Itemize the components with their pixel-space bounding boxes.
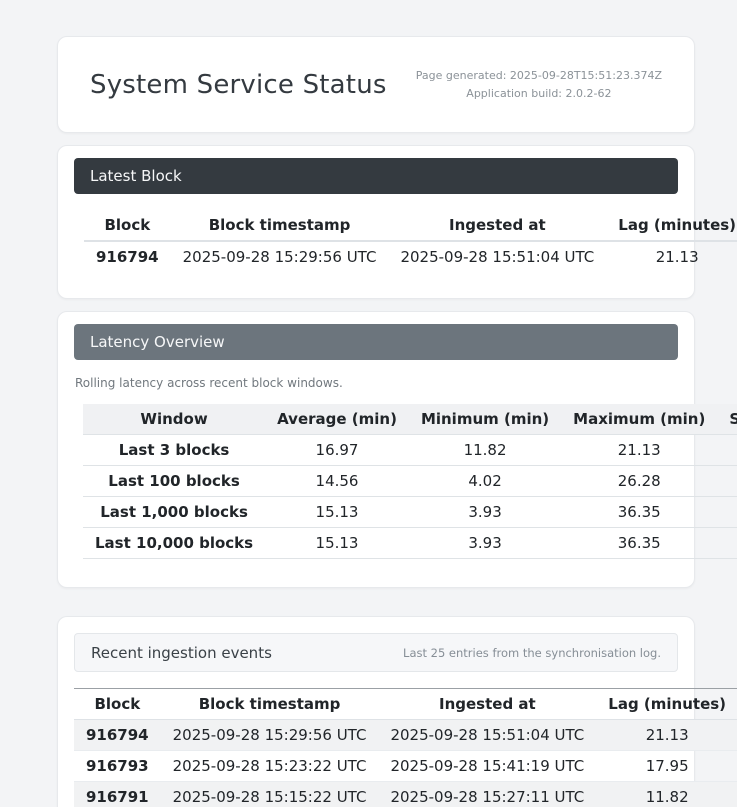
table-row: 916793 2025-09-28 15:23:22 UTC 2025-09-2… [74, 751, 737, 782]
average-min: 15.13 [265, 497, 409, 528]
column-header: Window [83, 404, 265, 435]
block-number: 916794 [74, 720, 161, 751]
maximum-min: 21.13 [561, 435, 717, 466]
column-header: Block [84, 210, 171, 241]
minimum-min: 11.82 [409, 435, 561, 466]
latest-block-card: Latest Block Block Block timestamp Inges… [57, 145, 695, 299]
column-header: Lag (minutes) [596, 689, 737, 720]
minimum-min: 4.02 [409, 466, 561, 497]
minimum-min: 3.93 [409, 497, 561, 528]
column-header: Block timestamp [171, 210, 389, 241]
table-header-row: Block Block timestamp Ingested at Lag (m… [84, 210, 737, 241]
maximum-min: 36.35 [561, 528, 717, 559]
latest-block-table: Block Block timestamp Ingested at Lag (m… [84, 210, 737, 272]
samples: 3 [717, 435, 737, 466]
table-header-row: Block Block timestamp Ingested at Lag (m… [74, 689, 737, 720]
column-header: Block timestamp [161, 689, 379, 720]
table-row: 916794 2025-09-28 15:29:56 UTC 2025-09-2… [84, 241, 737, 272]
latest-block-header: Latest Block [74, 158, 678, 194]
table-row: Last 3 blocks 16.97 11.82 21.13 3 [83, 435, 737, 466]
window-label: Last 10,000 blocks [83, 528, 265, 559]
average-min: 15.13 [265, 528, 409, 559]
average-min: 16.97 [265, 435, 409, 466]
window-label: Last 100 blocks [83, 466, 265, 497]
ingested-at: 2025-09-28 15:41:19 UTC [378, 751, 596, 782]
latency-overview-header: Latency Overview [74, 324, 678, 360]
latency-overview-card: Latency Overview Rolling latency across … [57, 311, 695, 588]
column-header: Maximum (min) [561, 404, 717, 435]
column-header: Block [74, 689, 161, 720]
recent-events-table: Block Block timestamp Ingested at Lag (m… [74, 688, 737, 807]
minimum-min: 3.93 [409, 528, 561, 559]
column-header: Average (min) [265, 404, 409, 435]
samples: 117 [717, 497, 737, 528]
window-label: Last 1,000 blocks [83, 497, 265, 528]
table-row: Last 10,000 blocks 15.13 3.93 36.35 117 [83, 528, 737, 559]
column-header: Lag (minutes) [606, 210, 737, 241]
lag-minutes: 17.95 [596, 751, 737, 782]
table-row: Last 1,000 blocks 15.13 3.93 36.35 117 [83, 497, 737, 528]
generated-timestamp: Page generated: 2025-09-28T15:51:23.374Z [416, 67, 662, 85]
latency-table: Window Average (min) Minimum (min) Maxim… [83, 404, 737, 559]
table-header-row: Window Average (min) Minimum (min) Maxim… [83, 404, 737, 435]
average-min: 14.56 [265, 466, 409, 497]
window-label: Last 3 blocks [83, 435, 265, 466]
block-timestamp: 2025-09-28 15:15:22 UTC [161, 782, 379, 807]
recent-events-header: Recent ingestion events Last 25 entries … [74, 633, 678, 672]
samples: 117 [717, 528, 737, 559]
latency-subtitle: Rolling latency across recent block wind… [75, 376, 678, 390]
table-row: 916794 2025-09-28 15:29:56 UTC 2025-09-2… [74, 720, 737, 751]
page-title: System Service Status [90, 70, 387, 100]
table-row: 916791 2025-09-28 15:15:22 UTC 2025-09-2… [74, 782, 737, 807]
block-number: 916791 [74, 782, 161, 807]
maximum-min: 26.28 [561, 466, 717, 497]
column-header: Ingested at [388, 210, 606, 241]
ingested-at: 2025-09-28 15:51:04 UTC [388, 241, 606, 272]
page-header-card: System Service Status Page generated: 20… [57, 36, 695, 133]
ingested-at: 2025-09-28 15:27:11 UTC [378, 782, 596, 807]
lag-minutes: 11.82 [596, 782, 737, 807]
block-timestamp: 2025-09-28 15:29:56 UTC [161, 720, 379, 751]
samples: 100 [717, 466, 737, 497]
block-timestamp: 2025-09-28 15:29:56 UTC [171, 241, 389, 272]
maximum-min: 36.35 [561, 497, 717, 528]
column-header: Samples [717, 404, 737, 435]
column-header: Ingested at [378, 689, 596, 720]
application-build: Application build: 2.0.2-62 [416, 85, 662, 103]
recent-events-note: Last 25 entries from the synchronisation… [403, 646, 661, 660]
block-number: 916793 [74, 751, 161, 782]
page-container: System Service Status Page generated: 20… [57, 0, 695, 807]
lag-minutes: 21.13 [606, 241, 737, 272]
block-number: 916794 [84, 241, 171, 272]
block-timestamp: 2025-09-28 15:23:22 UTC [161, 751, 379, 782]
table-row: Last 100 blocks 14.56 4.02 26.28 100 [83, 466, 737, 497]
page-meta: Page generated: 2025-09-28T15:51:23.374Z… [416, 67, 662, 102]
lag-minutes: 21.13 [596, 720, 737, 751]
recent-events-title: Recent ingestion events [91, 644, 272, 662]
ingested-at: 2025-09-28 15:51:04 UTC [378, 720, 596, 751]
column-header: Minimum (min) [409, 404, 561, 435]
recent-events-card: Recent ingestion events Last 25 entries … [57, 616, 695, 807]
